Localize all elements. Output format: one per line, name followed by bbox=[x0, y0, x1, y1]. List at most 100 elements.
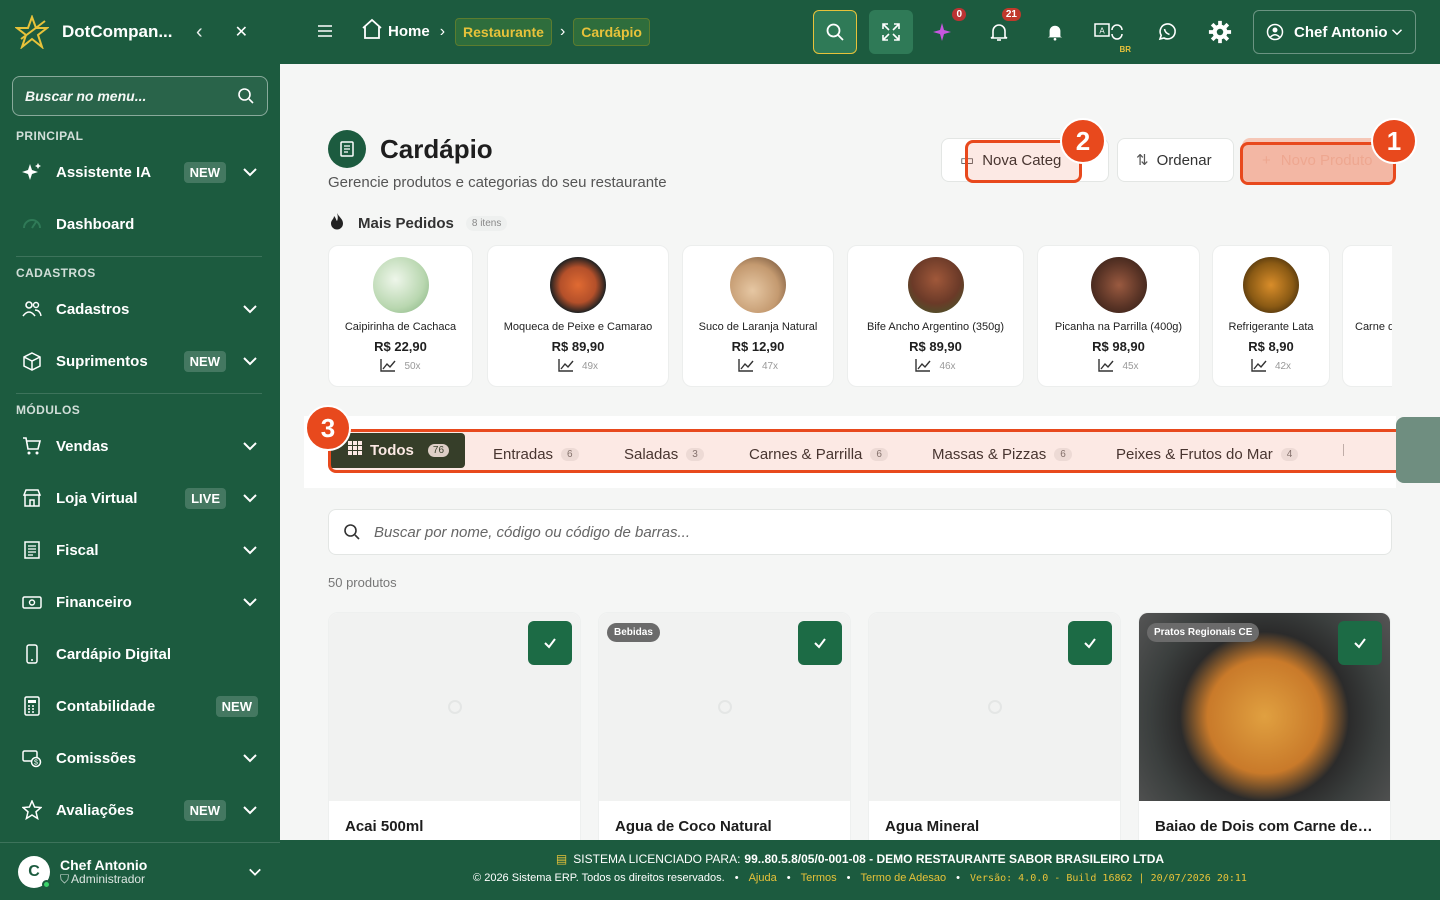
svg-text:A: A bbox=[1099, 27, 1105, 36]
settings-button[interactable] bbox=[1208, 20, 1232, 44]
side-panel-tab[interactable] bbox=[1396, 417, 1440, 483]
commission-icon: $ bbox=[22, 748, 42, 768]
top-item-count: 49x bbox=[581, 361, 599, 372]
top-item-card[interactable]: Picanha na Parrilla (400g) R$ 98,90 45x bbox=[1037, 245, 1200, 387]
footer-link-ajuda[interactable]: Ajuda bbox=[749, 872, 777, 884]
menu-icon[interactable] bbox=[316, 22, 334, 45]
sidebar-item-label: Fiscal bbox=[56, 541, 99, 559]
new-badge: NEW bbox=[183, 799, 226, 821]
sidebar-item-financeiro[interactable]: Financeiro bbox=[0, 582, 280, 622]
sidebar-item-label: Vendas bbox=[56, 437, 109, 455]
top-item-card[interactable]: Carne d bbox=[1342, 245, 1392, 387]
sidebar-item-cardapio-digital[interactable]: Cardápio Digital bbox=[0, 634, 280, 674]
license-icon: ▤ bbox=[555, 852, 568, 866]
main-content: Cardápio Gerencie produtos e categorias … bbox=[280, 64, 1440, 840]
shield-icon: ⛉ bbox=[60, 871, 70, 886]
home-icon bbox=[360, 17, 384, 46]
sidebar-user[interactable]: C Chef Antonio ⛉ Administrador bbox=[0, 842, 280, 900]
chevron-down-icon bbox=[243, 305, 257, 314]
product-image-placeholder: Bebidas bbox=[599, 613, 850, 801]
breadcrumb-restaurante[interactable]: Restaurante bbox=[455, 17, 552, 46]
product-image: Pratos Regionais CE bbox=[1139, 613, 1390, 801]
sidebar-search-placeholder: Buscar no menu... bbox=[25, 88, 147, 104]
sidebar-search-input[interactable]: Buscar no menu... bbox=[12, 76, 268, 116]
top-item-card[interactable]: Bife Ancho Argentino (350g) R$ 89,90 46x bbox=[847, 245, 1024, 387]
product-active-toggle[interactable] bbox=[1338, 621, 1382, 665]
sidebar-item-assistente-ia[interactable]: Assistente IA NEW bbox=[0, 152, 280, 192]
product-category-tag: Bebidas bbox=[607, 623, 660, 642]
receipt-icon bbox=[22, 540, 42, 560]
section-cadastros: CADASTROS bbox=[16, 266, 96, 280]
notifications-button[interactable]: 21 bbox=[987, 8, 1021, 44]
trend-icon bbox=[915, 358, 931, 375]
sidebar-item-avaliacoes[interactable]: Avaliações NEW bbox=[0, 790, 280, 830]
top-item-card[interactable]: Caipirinha de Cachaca R$ 22,90 50x bbox=[328, 245, 473, 387]
product-card[interactable]: Pratos Regionais CE Baiao de Dois com Ca… bbox=[1138, 612, 1391, 840]
breadcrumb-home[interactable]: Home bbox=[388, 23, 430, 40]
sidebar-item-vendas[interactable]: Vendas bbox=[0, 426, 280, 466]
user-role: Administrador bbox=[71, 871, 146, 886]
chevron-down-icon bbox=[243, 546, 257, 555]
trend-icon bbox=[380, 358, 396, 375]
top-item-card[interactable]: Suco de Laranja Natural R$ 12,90 47x bbox=[682, 245, 834, 387]
chevron-down-icon bbox=[243, 357, 257, 366]
product-card[interactable]: Agua Mineral bbox=[868, 612, 1121, 840]
top-item-price: R$ 12,90 bbox=[731, 339, 785, 354]
product-search-input[interactable]: Buscar por nome, código ou código de bar… bbox=[328, 509, 1392, 555]
annotation-marker-3: 3 bbox=[305, 405, 351, 451]
check-icon bbox=[1354, 638, 1366, 649]
top-item-name: Suco de Laranja Natural bbox=[698, 321, 818, 333]
products-count: 50 produtos bbox=[328, 575, 397, 590]
bullet: • bbox=[734, 872, 739, 884]
footer-link-termo-adesao[interactable]: Termo de Adesao bbox=[861, 872, 947, 884]
annotation-marker-1: 1 bbox=[1371, 118, 1417, 164]
collapse-chevron-icon[interactable]: ‹ bbox=[196, 21, 203, 44]
sidebar-item-dashboard[interactable]: Dashboard bbox=[0, 204, 280, 244]
sidebar-item-label: Assistente IA bbox=[56, 163, 152, 181]
new-badge: NEW bbox=[183, 350, 226, 372]
gear-icon bbox=[1208, 20, 1232, 44]
close-icon[interactable]: ✕ bbox=[235, 22, 248, 42]
product-card[interactable]: Bebidas Agua de Coco Natural bbox=[598, 612, 851, 840]
user-circle-icon bbox=[1266, 23, 1284, 41]
sidebar-item-label: Suprimentos bbox=[56, 352, 148, 370]
top-item-card[interactable]: Moqueca de Peixe e Camarao R$ 89,90 49x bbox=[487, 245, 669, 387]
fullscreen-button[interactable] bbox=[869, 10, 913, 54]
translate-icon: A bbox=[1094, 23, 1123, 40]
sidebar: DotCompan... ‹ ✕ Buscar no menu... PRINC… bbox=[0, 0, 280, 900]
sidebar-item-contabilidade[interactable]: Contabilidade NEW bbox=[0, 686, 280, 726]
avatar-initial: C bbox=[28, 862, 40, 880]
product-category-tag: Pratos Regionais CE bbox=[1147, 623, 1260, 642]
product-name: Baiao de Dois com Carne de ... bbox=[1155, 818, 1375, 835]
product-active-toggle[interactable] bbox=[1068, 621, 1112, 665]
top-item-price: R$ 8,90 bbox=[1248, 339, 1294, 354]
footer-link-termos[interactable]: Termos bbox=[801, 872, 837, 884]
top-item-name: Bife Ancho Argentino (350g) bbox=[867, 321, 1004, 333]
image-placeholder-icon bbox=[717, 700, 732, 714]
product-active-toggle[interactable] bbox=[798, 621, 842, 665]
sparkle-icon bbox=[933, 23, 951, 41]
product-image bbox=[730, 257, 786, 313]
alerts-button[interactable] bbox=[1043, 20, 1067, 44]
ai-sparkle-button[interactable]: 0 bbox=[932, 8, 966, 44]
product-active-toggle[interactable] bbox=[528, 621, 572, 665]
top-item-name: Picanha na Parrilla (400g) bbox=[1054, 321, 1183, 333]
bell-icon bbox=[990, 24, 1008, 41]
global-search-button[interactable] bbox=[813, 10, 857, 54]
sidebar-item-label: Contabilidade bbox=[56, 697, 156, 715]
check-icon bbox=[814, 638, 826, 649]
copyright: © 2026 Sistema ERP. Todos os direitos re… bbox=[473, 872, 725, 884]
trend-icon bbox=[558, 358, 574, 375]
language-button[interactable]: A BR bbox=[1093, 20, 1131, 54]
sidebar-item-fiscal[interactable]: Fiscal bbox=[0, 530, 280, 570]
sparkle-icon bbox=[22, 162, 42, 182]
search-icon bbox=[238, 88, 254, 104]
product-card[interactable]: Acai 500ml bbox=[328, 612, 581, 840]
whatsapp-button[interactable] bbox=[1155, 20, 1179, 44]
user-menu-button[interactable]: Chef Antonio bbox=[1253, 10, 1416, 54]
top-item-card[interactable]: Refrigerante Lata R$ 8,90 42x bbox=[1212, 245, 1330, 387]
sidebar-item-comissoes[interactable]: $ Comissões bbox=[0, 738, 280, 778]
sidebar-item-suprimentos[interactable]: Suprimentos NEW bbox=[0, 341, 280, 381]
sidebar-item-cadastros[interactable]: Cadastros bbox=[0, 289, 280, 329]
sidebar-item-loja-virtual[interactable]: Loja Virtual LIVE bbox=[0, 478, 280, 518]
